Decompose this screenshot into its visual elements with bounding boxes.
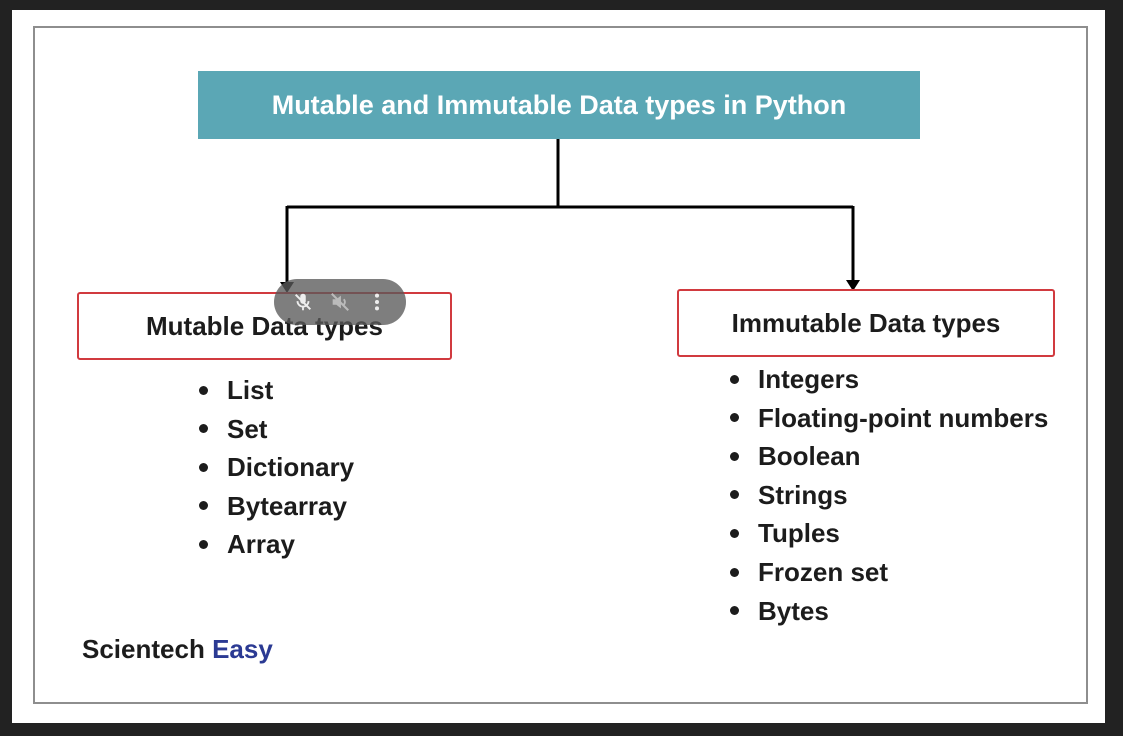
immutable-box: Immutable Data types [677, 289, 1055, 357]
list-item-label: Dictionary [227, 452, 355, 483]
list-item-label: Strings [758, 479, 848, 510]
immutable-list: Integers Floating-point numbers Boolean … [730, 360, 1048, 630]
list-item-label: Bytearray [227, 490, 347, 521]
list-item-label: Tuples [758, 518, 840, 549]
list-item-label: Floating-point numbers [758, 402, 1049, 433]
list-item: Floating-point numbers [730, 399, 1048, 438]
brand-name: Scientech [82, 634, 205, 664]
bullet-icon [730, 606, 739, 616]
mic-off-icon[interactable] [290, 289, 316, 315]
list-item-label: Set [227, 413, 268, 444]
list-item-label: Array [227, 529, 295, 560]
list-item: Set [199, 410, 354, 449]
list-item: Bytes [730, 592, 1048, 631]
bullet-icon [199, 540, 208, 549]
list-item: Dictionary [199, 448, 354, 487]
bullet-icon [730, 490, 739, 500]
volume-off-icon[interactable] [327, 289, 353, 315]
bullet-icon [730, 374, 739, 384]
brand-watermark: Scientech Easy [82, 634, 273, 665]
bullet-icon [199, 462, 208, 472]
list-item: Frozen set [730, 553, 1048, 592]
list-item: Integers [730, 360, 1048, 399]
bullet-icon [730, 567, 739, 577]
list-item: Strings [730, 476, 1048, 515]
bullet-icon [199, 501, 208, 511]
bullet-icon [730, 413, 739, 423]
list-item: Bytearray [199, 487, 354, 526]
immutable-label: Immutable Data types [731, 307, 1001, 338]
list-item-label: Integers [758, 364, 860, 394]
list-item-label: Bytes [758, 595, 829, 626]
list-item: List [199, 371, 354, 410]
brand-accent: Easy [212, 634, 273, 664]
mutable-list: List Set Dictionary Bytearray Array [199, 371, 354, 564]
more-vert-icon[interactable] [364, 289, 390, 315]
list-item-label: Frozen set [758, 556, 889, 587]
bullet-icon [199, 385, 208, 395]
bullet-icon [730, 451, 739, 461]
list-item: Tuples [730, 514, 1048, 553]
media-overlay-controls [274, 279, 406, 325]
list-item-label: Boolean [758, 441, 861, 472]
bullet-icon [199, 424, 208, 434]
bullet-icon [730, 529, 739, 538]
list-item: Array [199, 525, 354, 564]
list-item: Boolean [730, 437, 1048, 476]
diagram-title: Mutable and Immutable Data types in Pyth… [198, 71, 920, 139]
list-item-label: List [227, 375, 274, 405]
